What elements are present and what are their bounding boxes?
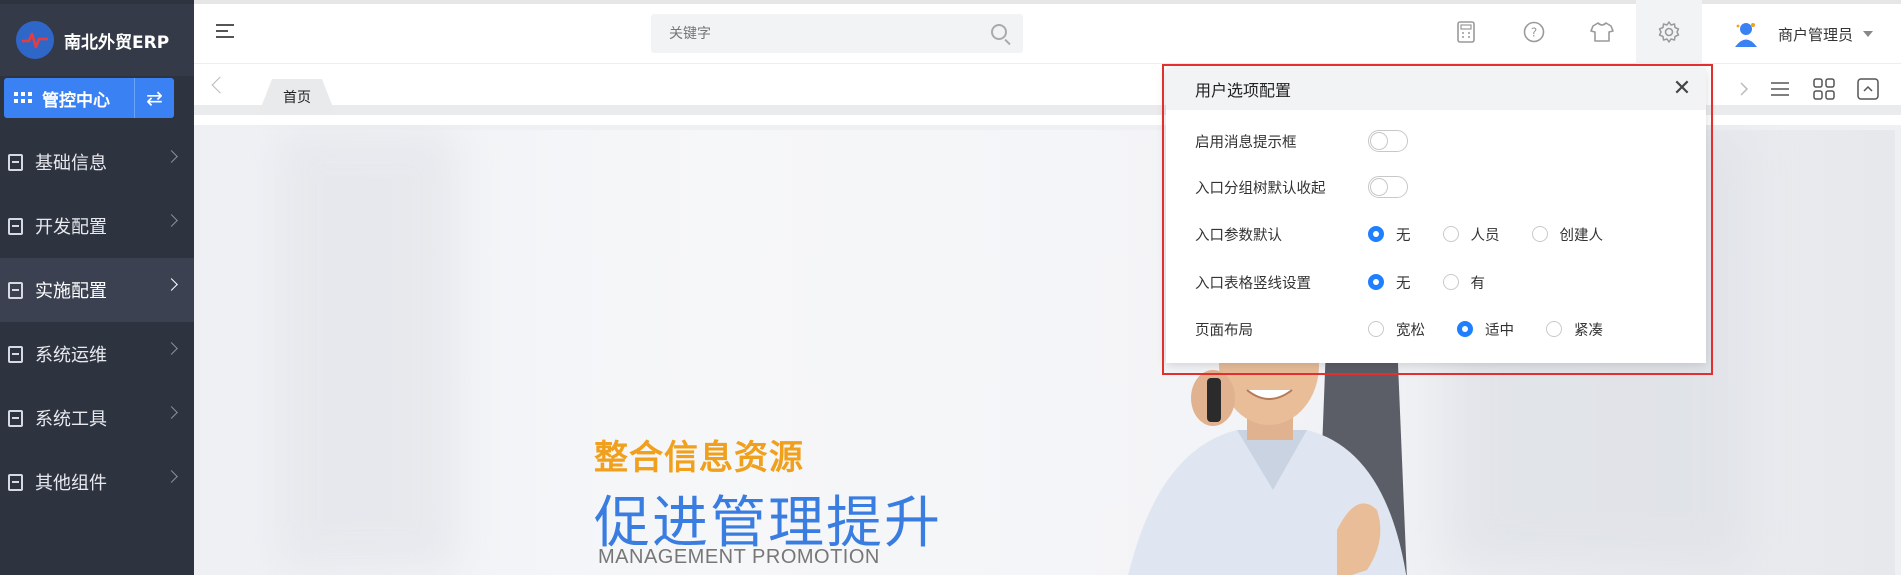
sidebar-item-label: 实施配置: [35, 281, 107, 302]
radio-layout-loose[interactable]: 宽松: [1368, 319, 1425, 340]
search-icon[interactable]: [991, 24, 1007, 40]
document-icon: [8, 345, 23, 363]
close-icon[interactable]: ✕: [1672, 78, 1692, 100]
tab-home[interactable]: 首页: [258, 79, 336, 115]
control-center-button[interactable]: 管控中心 ⇄: [4, 78, 174, 118]
sidebar: 南北外贸ERP 管控中心 ⇄ 基础信息 开发配置 实施配置 系统运维 系统工具 …: [0, 0, 194, 575]
document-icon: [8, 153, 23, 171]
logo-icon: [16, 21, 54, 59]
app-name: 南北外贸ERP: [64, 32, 170, 53]
collapse-icon[interactable]: [1856, 77, 1880, 101]
sidebar-nav: 基础信息 开发配置 实施配置 系统运维 系统工具 其他组件: [0, 130, 194, 514]
document-icon: [8, 281, 23, 299]
sidebar-item-label: 系统运维: [35, 345, 107, 366]
radio-label: 无: [1396, 275, 1411, 292]
document-icon: [8, 409, 23, 427]
user-name: 商户管理员: [1778, 25, 1854, 44]
user-menu[interactable]: 商户管理员: [1732, 16, 1874, 52]
chevron-right-icon: [165, 278, 178, 291]
radio-label: 无: [1396, 227, 1411, 244]
chevron-down-icon: [1863, 31, 1874, 37]
list-icon[interactable]: [1768, 77, 1792, 101]
radio-label: 人员: [1470, 227, 1500, 244]
radio-entry-params-person[interactable]: 人员: [1442, 224, 1500, 245]
option-label: 启用消息提示框: [1195, 134, 1297, 151]
calculator-icon[interactable]: [1452, 18, 1480, 46]
radio-label: 有: [1470, 275, 1486, 292]
chevron-right-icon: [165, 150, 178, 163]
option-row-entry-params: 入口参数默认 无 人员 创建人: [1195, 219, 1635, 249]
tab-scroll-left-icon[interactable]: [211, 76, 229, 94]
sidebar-item-label: 系统工具: [35, 409, 107, 430]
radio-entry-params-none[interactable]: 无: [1368, 224, 1411, 245]
sidebar-item-other-components[interactable]: 其他组件: [0, 450, 194, 514]
chevron-right-icon: [165, 342, 178, 355]
search-box: [651, 14, 1023, 53]
option-label: 入口分组树默认收起: [1195, 180, 1326, 197]
top-header: ? 商户管理员: [194, 0, 1901, 64]
radio-label: 创建人: [1559, 227, 1604, 244]
logo-area: 南北外贸ERP: [0, 4, 194, 76]
group-tree-collapse-toggle[interactable]: [1368, 176, 1408, 198]
option-row-group-tree-collapse: 入口分组树默认收起: [1195, 172, 1408, 202]
sidebar-item-label: 开发配置: [35, 217, 107, 238]
apps-grid-icon: [14, 92, 32, 104]
menu-collapse-icon[interactable]: [216, 24, 236, 40]
radio-dot: [1368, 226, 1384, 242]
tab-label: 首页: [283, 90, 311, 106]
chevron-right-icon: [165, 406, 178, 419]
option-row-table-vertical-lines: 入口表格竖线设置 无 有: [1195, 267, 1517, 297]
radio-entry-params-creator[interactable]: 创建人: [1531, 224, 1604, 245]
chevron-right-icon: [165, 214, 178, 227]
sidebar-item-dev-config[interactable]: 开发配置: [0, 194, 194, 258]
radio-label: 适中: [1485, 322, 1514, 339]
radio-dot: [1457, 321, 1473, 337]
message-prompt-toggle[interactable]: [1368, 130, 1408, 152]
panel-header: 用户选项配置 ✕: [1166, 68, 1706, 110]
document-icon: [8, 473, 23, 491]
control-center-label: 管控中心: [42, 90, 110, 111]
radio-dot: [1442, 226, 1459, 242]
banner-slogan-primary: 整合信息资源: [594, 438, 804, 478]
radio-vertical-lines-yes[interactable]: 有: [1442, 272, 1486, 293]
radio-label: 宽松: [1396, 322, 1425, 339]
option-row-message-prompt: 启用消息提示框: [1195, 126, 1408, 156]
panel-title: 用户选项配置: [1195, 81, 1292, 100]
document-icon: [8, 217, 23, 235]
user-options-panel: 用户选项配置 ✕ 启用消息提示框 入口分组树默认收起 入口参数默认 无 人员 创…: [1166, 68, 1706, 363]
radio-layout-medium[interactable]: 适中: [1457, 319, 1514, 340]
sidebar-item-label: 基础信息: [35, 153, 107, 174]
banner-slogan-english: MANAGEMENT PROMOTION: [598, 546, 880, 568]
search-input[interactable]: [651, 14, 1023, 53]
avatar: [1732, 20, 1760, 48]
chevron-right-icon: [165, 470, 178, 483]
radio-dot: [1546, 321, 1562, 337]
option-label: 入口参数默认: [1195, 227, 1282, 244]
help-icon[interactable]: ?: [1520, 18, 1548, 46]
chevron-right-icon[interactable]: [1732, 77, 1756, 101]
radio-layout-compact[interactable]: 紧凑: [1546, 319, 1603, 340]
sidebar-item-system-ops[interactable]: 系统运维: [0, 322, 194, 386]
radio-vertical-lines-none[interactable]: 无: [1368, 272, 1411, 293]
sidebar-item-implementation-config[interactable]: 实施配置: [0, 258, 194, 322]
settings-button[interactable]: [1636, 0, 1702, 64]
radio-dot: [1531, 226, 1548, 242]
radio-dot: [1368, 274, 1384, 290]
switch-icon[interactable]: ⇄: [134, 78, 174, 118]
option-label: 入口表格竖线设置: [1195, 275, 1311, 292]
sidebar-item-system-tools[interactable]: 系统工具: [0, 386, 194, 450]
sidebar-item-label: 其他组件: [35, 473, 107, 494]
svg-text:?: ?: [1531, 26, 1537, 40]
settings-gear-icon: [1655, 18, 1683, 46]
grid-icon[interactable]: [1812, 77, 1836, 101]
sidebar-item-basic-info[interactable]: 基础信息: [0, 130, 194, 194]
radio-dot: [1442, 274, 1459, 290]
option-row-page-layout: 页面布局 宽松 适中 紧凑: [1195, 314, 1635, 344]
option-label: 页面布局: [1195, 322, 1253, 339]
theme-shirt-icon[interactable]: [1588, 18, 1616, 46]
radio-label: 紧凑: [1574, 322, 1603, 339]
radio-dot: [1368, 321, 1384, 337]
